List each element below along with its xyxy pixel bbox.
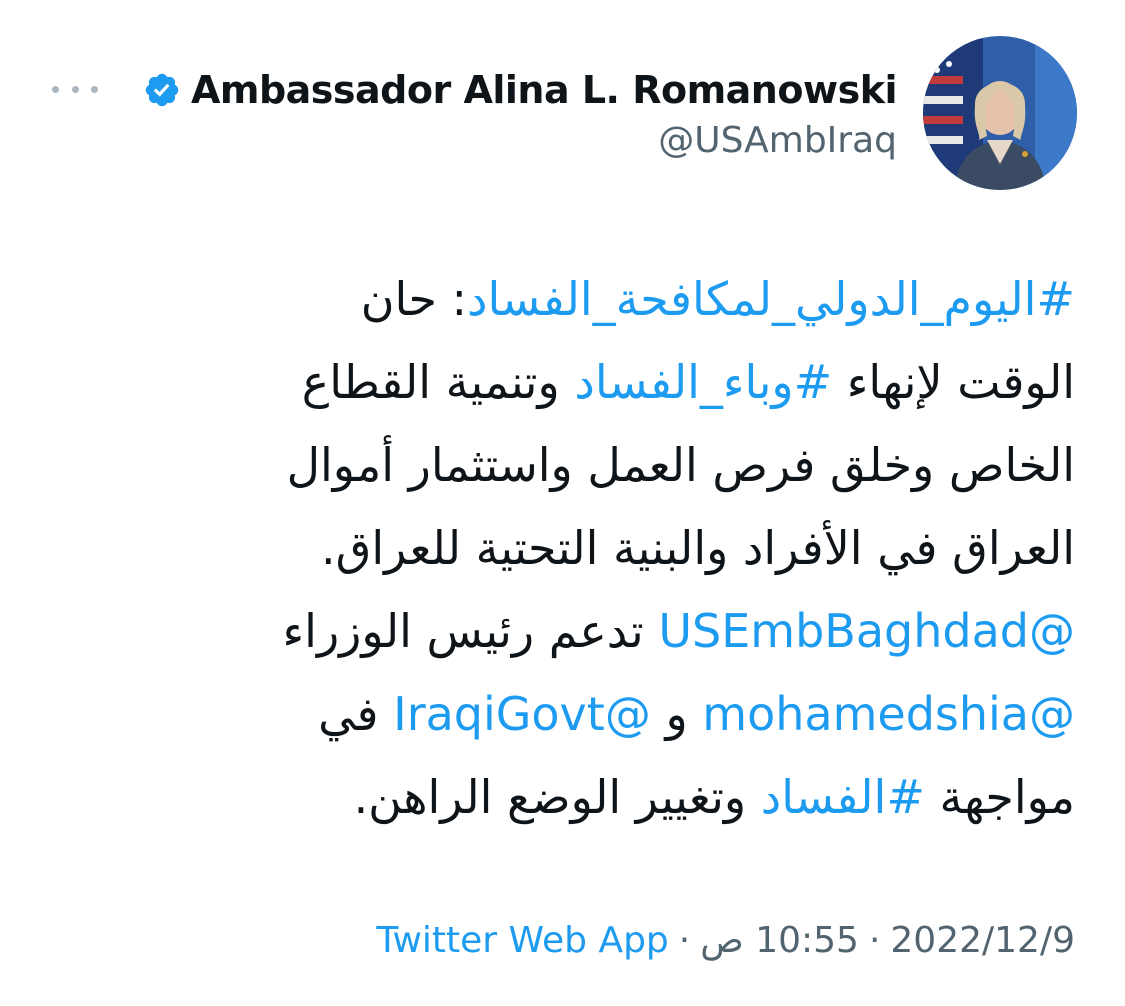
author-name-row: Ambassador Alina L. Romanowski	[143, 64, 898, 116]
hashtag-link[interactable]: #الفساد	[761, 770, 925, 824]
tweet-header: Ambassador Alina L. Romanowski @USAmbIra…	[0, 36, 1125, 196]
tweet-time[interactable]: 10:55 ص	[700, 920, 859, 961]
author-display-name[interactable]: Ambassador Alina L. Romanowski	[191, 68, 898, 112]
tweet-line-3: الخاص وخلق فرص العمل واستثمار أموال	[286, 438, 1075, 492]
verified-badge-icon	[143, 71, 181, 109]
avatar[interactable]	[923, 36, 1077, 190]
more-dot-icon	[71, 85, 79, 93]
tweet-metadata: Twitter Web App · 10:55 ص · 2022/12/9	[376, 920, 1075, 961]
tweet-text-segment: : حان	[360, 272, 468, 326]
source-link[interactable]: Twitter Web App	[376, 920, 668, 961]
tweet-text-segment: الوقت لإنهاء	[832, 355, 1075, 409]
tweet-text-segment: وتنمية القطاع	[301, 355, 575, 409]
tweet-text-segment: وتغيير الوضع الراهن.	[353, 770, 761, 824]
tweet-text-segment: تدعم رئيس الوزراء	[282, 604, 659, 658]
tweet-text-segment: و	[650, 687, 703, 741]
tweet-line-2: الوقت لإنهاء #وباء_الفساد وتنمية القطاع	[75, 341, 1075, 424]
author-info[interactable]: Ambassador Alina L. Romanowski @USAmbIra…	[143, 64, 898, 161]
tweet-text-segment: في	[318, 687, 394, 741]
mention-link[interactable]: @USEmbBaghdad	[658, 604, 1075, 658]
tweet-line-7: مواجهة #الفساد وتغيير الوضع الراهن.	[75, 756, 1075, 839]
meta-separator: ·	[678, 920, 691, 961]
more-dot-icon	[91, 85, 98, 93]
mention-link[interactable]: @IraqiGovt	[393, 687, 651, 741]
hashtag-link[interactable]: #اليوم_الدولي_لمكافحة_الفساد	[467, 272, 1075, 326]
more-options-button[interactable]	[52, 82, 98, 96]
tweet-text: #اليوم_الدولي_لمكافحة_الفساد: حان الوقت …	[75, 258, 1075, 839]
tweet-line-1: #اليوم_الدولي_لمكافحة_الفساد: حان	[75, 258, 1075, 341]
more-dot-icon	[52, 85, 59, 93]
meta-separator: ·	[868, 920, 881, 961]
tweet-line-4: العراق في الأفراد والبنية التحتية للعراق…	[321, 521, 1075, 575]
author-handle[interactable]: @USAmbIraq	[143, 120, 897, 161]
hashtag-link[interactable]: #وباء_الفساد	[574, 355, 832, 409]
tweet-date[interactable]: 2022/12/9	[890, 920, 1075, 961]
tweet-line-5: @USEmbBaghdad تدعم رئيس الوزراء	[75, 590, 1075, 673]
tweet-line-6: @mohamedshia و @IraqiGovt في	[75, 673, 1075, 756]
tweet-text-segment: مواجهة	[924, 770, 1076, 824]
mention-link[interactable]: @mohamedshia	[702, 687, 1075, 741]
